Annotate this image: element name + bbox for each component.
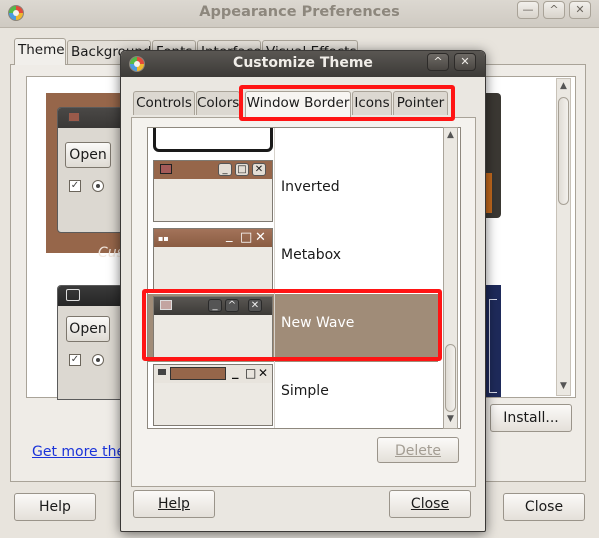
- theme-name-metabox: Metabox: [281, 247, 342, 263]
- dialog-help-button[interactable]: Help: [133, 490, 215, 518]
- theme-tile-dark[interactable]: [486, 93, 501, 218]
- window-icon: [68, 112, 80, 122]
- simple-preview-titlebar: _ □ ✕: [154, 365, 272, 383]
- metabox-min-icon: _: [226, 228, 233, 243]
- preview-radio: [92, 180, 104, 192]
- simple-title-block: [170, 367, 226, 380]
- bg-close-button[interactable]: ✕: [569, 1, 591, 19]
- background-window-title: Appearance Preferences: [199, 4, 400, 20]
- metabox-window-icon: ▪▪: [158, 234, 169, 243]
- list-scroll-down-icon[interactable]: ▼: [444, 414, 457, 424]
- dialog-titlebar: Customize Theme ^ ✕: [121, 51, 485, 77]
- preview-radio-2: [92, 354, 104, 366]
- simple-min-icon: _: [232, 365, 239, 380]
- theme-tile-blue-frame: [489, 299, 497, 393]
- theme-name-inverted: Inverted: [281, 179, 340, 195]
- bg-tab-theme[interactable]: Theme: [14, 38, 66, 65]
- inverted-close-icon: ✕: [252, 163, 266, 176]
- dialog-close-button-x[interactable]: ✕: [454, 53, 476, 71]
- inverted-preview: _ □ ✕: [153, 160, 273, 222]
- bg-scroll-up-icon[interactable]: ▲: [557, 81, 570, 91]
- simple-close-icon: ✕: [258, 366, 269, 380]
- list-item-metabox[interactable]: ▪▪ _ □ ✕ Metabox: [148, 226, 438, 294]
- install-button[interactable]: Install...: [490, 404, 572, 432]
- inverted-window-icon: [160, 164, 172, 174]
- theme-tile-selected[interactable]: Open ✓ Cus: [46, 93, 131, 261]
- bg-close-button-bottom[interactable]: Close: [503, 493, 585, 521]
- metabox-preview: ▪▪ _ □ ✕: [153, 228, 273, 290]
- theme-name-simple: Simple: [281, 383, 329, 399]
- bg-minimize-button[interactable]: —: [517, 1, 539, 19]
- theme-tile-blue[interactable]: [486, 285, 501, 397]
- column-divider: [274, 128, 275, 428]
- window-icon-2: [66, 289, 80, 301]
- tab-colors[interactable]: Colors: [196, 91, 240, 115]
- list-scroll-up-icon[interactable]: ▲: [444, 130, 457, 140]
- simple-window-icon: [158, 369, 166, 375]
- preview-open-button: Open: [65, 142, 111, 168]
- dialog-close-button[interactable]: Close: [389, 490, 471, 518]
- metabox-preview-titlebar: ▪▪ _ □ ✕: [154, 229, 272, 247]
- list-item-simple[interactable]: _ □ ✕ Simple: [148, 362, 438, 428]
- inverted-preview-titlebar: _ □ ✕: [154, 161, 272, 179]
- tabs-highlight-annotation: [239, 85, 455, 121]
- bg-scroll-down-icon[interactable]: ▼: [557, 381, 570, 391]
- delete-button[interactable]: Delete: [377, 437, 459, 463]
- selection-highlight-annotation: [142, 289, 442, 361]
- bg-scroll-thumb[interactable]: [558, 97, 569, 205]
- bg-scrollbar[interactable]: ▲ ▼: [556, 78, 571, 396]
- list-scroll-thumb[interactable]: [445, 344, 456, 412]
- tab-controls[interactable]: Controls: [133, 91, 195, 115]
- dialog-maximize-button[interactable]: ^: [427, 53, 449, 71]
- inverted-max-icon: □: [235, 163, 249, 176]
- preview-checkbox: ✓: [69, 180, 81, 192]
- simple-preview: _ □ ✕: [153, 364, 273, 426]
- get-more-themes-link[interactable]: Get more the: [32, 444, 125, 460]
- metabox-close-icon: ✕: [255, 230, 266, 245]
- partial-theme-preview: [153, 128, 273, 152]
- simple-max-icon: □: [245, 366, 257, 380]
- theme-tile-accent: [486, 173, 492, 213]
- list-item-inverted[interactable]: _ □ ✕ Inverted: [148, 158, 438, 226]
- inverted-min-icon: _: [218, 163, 232, 176]
- window-border-list[interactable]: _ □ ✕ Inverted ▪▪ _ □ ✕ Metabox _ ^ ✕ Ne…: [147, 127, 461, 429]
- preview-open-button-2: Open: [66, 316, 110, 342]
- bg-maximize-button[interactable]: ^: [543, 1, 565, 19]
- background-titlebar: Appearance Preferences — ^ ✕: [0, 0, 599, 28]
- customize-theme-dialog: Customize Theme ^ ✕ Controls Colors Wind…: [120, 50, 486, 532]
- preview-checkbox-2: ✓: [69, 354, 81, 366]
- bg-help-button[interactable]: Help: [14, 493, 96, 521]
- list-scrollbar[interactable]: ▲ ▼: [443, 127, 458, 429]
- metabox-max-icon: □: [240, 230, 253, 245]
